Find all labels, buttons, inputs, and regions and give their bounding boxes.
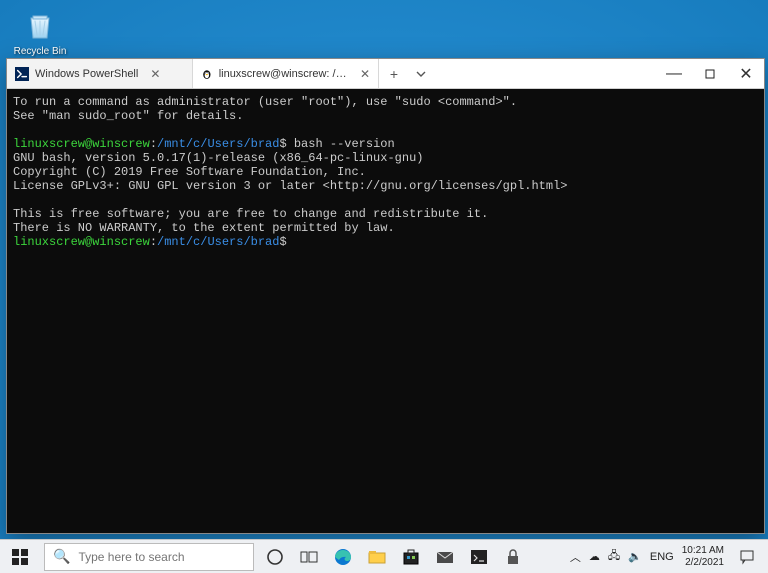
clock-date: 2/2/2021 xyxy=(682,557,724,569)
cortana-button[interactable] xyxy=(258,540,292,573)
lock-icon[interactable] xyxy=(496,540,530,573)
store-icon[interactable] xyxy=(394,540,428,573)
system-tray: ︿ ☁ 🖧 🔈 ENG 10:21 AM 2/2/2021 xyxy=(564,540,768,573)
tray-chevron-up-icon[interactable]: ︿ xyxy=(570,549,581,565)
prompt-user: linuxscrew@winscrew xyxy=(13,137,150,151)
terminal-line: Copyright (C) 2019 Free Software Foundat… xyxy=(13,165,366,179)
terminal-window: Windows PowerShell ✕ linuxscrew@winscrew… xyxy=(6,58,765,534)
onedrive-icon[interactable]: ☁ xyxy=(589,550,600,563)
recycle-bin-label: Recycle Bin xyxy=(12,46,68,57)
terminal-line: There is NO WARRANTY, to the extent perm… xyxy=(13,221,395,235)
command: bash --version xyxy=(287,137,395,151)
window-controls: — ✕ xyxy=(656,59,764,88)
minimize-button[interactable]: — xyxy=(656,59,692,88)
tux-icon xyxy=(201,67,213,81)
recycle-bin-icon xyxy=(22,8,58,44)
taskbar-clock[interactable]: 10:21 AM 2/2/2021 xyxy=(682,545,724,569)
taskbar: 🔍 ︿ ☁ 🖧 🔈 ENG 10:21 AM 2/2/2021 xyxy=(0,539,768,573)
tab-close-icon[interactable]: ✕ xyxy=(150,67,160,81)
terminal-line: This is free software; you are free to c… xyxy=(13,207,488,221)
prompt-path: /mnt/c/Users/brad xyxy=(157,137,279,151)
prompt-path: /mnt/c/Users/brad xyxy=(157,235,279,249)
tab-linux[interactable]: linuxscrew@winscrew: /mnt/c/U ✕ xyxy=(193,59,379,88)
prompt-user: linuxscrew@winscrew xyxy=(13,235,150,249)
search-icon: 🔍 xyxy=(53,548,70,565)
terminal-output[interactable]: To run a command as administrator (user … xyxy=(7,89,764,533)
terminal-line: To run a command as administrator (user … xyxy=(13,95,517,109)
task-view-button[interactable] xyxy=(292,540,326,573)
tab-dropdown-button[interactable] xyxy=(409,59,433,88)
maximize-button[interactable] xyxy=(692,59,728,88)
tab-label: linuxscrew@winscrew: /mnt/c/U xyxy=(219,68,348,80)
start-button[interactable] xyxy=(0,540,40,573)
language-indicator[interactable]: ENG xyxy=(650,551,674,563)
explorer-icon[interactable] xyxy=(360,540,394,573)
terminal-line: License GPLv3+: GNU GPL version 3 or lat… xyxy=(13,179,568,193)
tab-close-icon[interactable]: ✕ xyxy=(360,67,370,81)
clock-time: 10:21 AM xyxy=(682,545,724,557)
terminal-line: See "man sudo_root" for details. xyxy=(13,109,243,123)
tab-label: Windows PowerShell xyxy=(35,68,138,80)
action-center-button[interactable] xyxy=(732,549,762,565)
window-titlebar: Windows PowerShell ✕ linuxscrew@winscrew… xyxy=(7,59,764,89)
tab-powershell[interactable]: Windows PowerShell ✕ xyxy=(7,59,193,88)
terminal-app-icon[interactable] xyxy=(462,540,496,573)
search-input[interactable] xyxy=(78,550,245,564)
powershell-icon xyxy=(15,67,29,81)
new-tab-button[interactable]: + xyxy=(379,59,409,88)
desktop-icon-recycle-bin[interactable]: Recycle Bin xyxy=(12,8,68,57)
maximize-icon xyxy=(705,69,715,79)
edge-icon[interactable] xyxy=(326,540,360,573)
volume-icon[interactable]: 🔈 xyxy=(628,550,642,563)
windows-icon xyxy=(12,549,28,565)
mail-icon[interactable] xyxy=(428,540,462,573)
terminal-line: GNU bash, version 5.0.17(1)-release (x86… xyxy=(13,151,423,165)
network-icon[interactable]: 🖧 xyxy=(608,547,620,566)
taskbar-pinned xyxy=(258,540,530,573)
taskbar-search[interactable]: 🔍 xyxy=(44,543,254,571)
close-button[interactable]: ✕ xyxy=(728,59,764,88)
